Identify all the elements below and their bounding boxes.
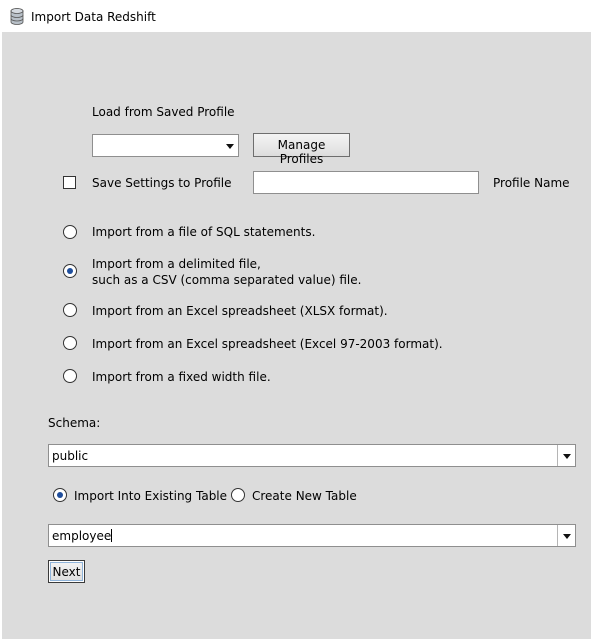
title-bar: Import Data Redshift <box>0 2 593 32</box>
import-xlsx-label: Import from an Excel spreadsheet (XLSX f… <box>92 304 388 318</box>
import-xls-radio[interactable] <box>63 336 77 350</box>
table-value: employee <box>52 528 112 543</box>
import-fixed-width-radio[interactable] <box>63 369 77 383</box>
manage-profiles-button[interactable]: Manage Profiles <box>253 133 350 166</box>
import-fixed-width-label: Import from a fixed width file. <box>92 370 271 384</box>
import-delimited-radio[interactable] <box>63 264 77 278</box>
import-delimited-label-line2: such as a CSV (comma separated value) fi… <box>92 273 362 287</box>
save-settings-checkbox[interactable] <box>63 176 76 189</box>
import-sql-label: Import from a file of SQL statements. <box>92 225 316 239</box>
schema-dropdown-arrow-button[interactable] <box>557 445 575 466</box>
database-icon <box>10 8 24 25</box>
next-button[interactable]: Next <box>48 560 85 583</box>
manage-profiles-label: Manage Profiles <box>277 138 326 166</box>
save-settings-label: Save Settings to Profile <box>92 176 232 190</box>
dropdown-arrow-button[interactable] <box>221 135 238 156</box>
import-xlsx-radio[interactable] <box>63 303 77 317</box>
dialog-content: Load from Saved Profile Manage Profiles … <box>2 32 593 639</box>
import-existing-table-label: Import Into Existing Table <box>74 489 228 503</box>
load-profile-label: Load from Saved Profile <box>92 105 235 119</box>
import-xls-label: Import from an Excel spreadsheet (Excel … <box>92 337 443 351</box>
table-dropdown[interactable]: employee <box>48 524 576 547</box>
window-title: Import Data Redshift <box>31 10 156 24</box>
profile-name-input[interactable] <box>253 171 479 194</box>
chevron-down-icon <box>563 533 571 539</box>
next-button-label: Next <box>52 565 81 579</box>
import-delimited-label-line1: Import from a delimited file, <box>92 257 261 271</box>
chevron-down-icon <box>226 143 234 149</box>
import-data-window: Import Data Redshift Load from Saved Pro… <box>0 0 593 639</box>
schema-dropdown[interactable]: public <box>48 444 576 467</box>
table-dropdown-arrow-button[interactable] <box>557 525 575 546</box>
create-new-table-radio[interactable] <box>231 488 245 502</box>
schema-label: Schema: <box>48 416 101 430</box>
schema-value: public <box>52 448 89 463</box>
saved-profile-dropdown[interactable] <box>92 134 239 157</box>
import-sql-radio[interactable] <box>63 225 77 239</box>
chevron-down-icon <box>563 453 571 459</box>
import-existing-table-radio[interactable] <box>53 488 67 502</box>
profile-name-label: Profile Name <box>493 176 570 190</box>
text-caret <box>111 528 113 542</box>
create-new-table-label: Create New Table <box>252 489 357 503</box>
